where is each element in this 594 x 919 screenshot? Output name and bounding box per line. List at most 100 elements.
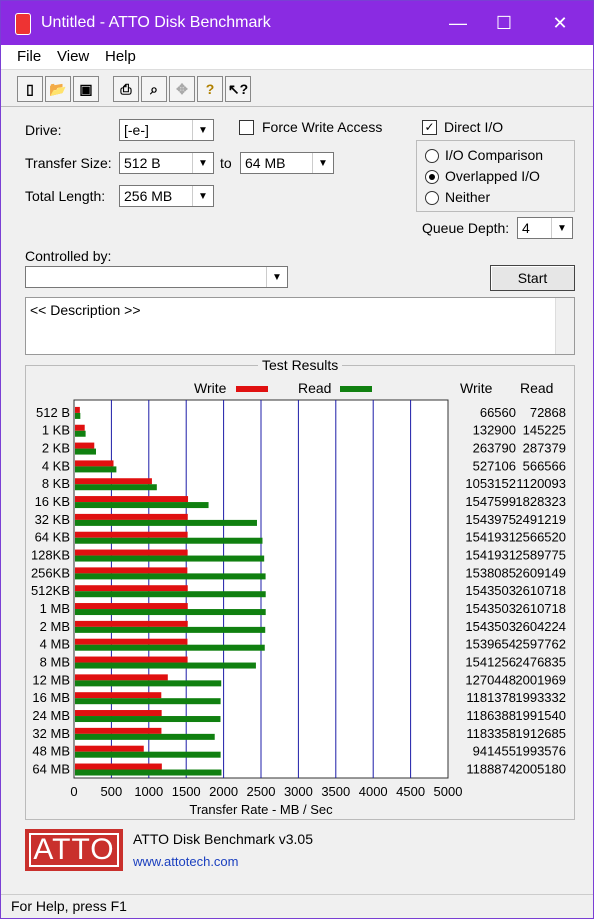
write-value: 132900 xyxy=(473,423,516,438)
transfer-rate-chart: 0 500 1000 1500 2000 2500 3000 3500 4000 4500 5000… xyxy=(31,399,566,817)
size-label: 48 MB xyxy=(32,744,70,759)
read-value: 1991540 xyxy=(515,708,566,723)
write-value: 263790 xyxy=(473,441,516,456)
x-tick-label: 2000 xyxy=(209,784,238,799)
x-tick-label: 3500 xyxy=(321,784,350,799)
overlapped-io-radio[interactable] xyxy=(425,170,439,184)
minimize-button[interactable]: — xyxy=(435,1,481,45)
write-value: 1539654 xyxy=(465,637,516,652)
write-bar xyxy=(75,442,95,449)
x-tick-label: 1000 xyxy=(134,784,163,799)
read-bar xyxy=(75,573,266,580)
x-tick-label: 2500 xyxy=(247,784,276,799)
x-axis-label: Transfer Rate - MB / Sec xyxy=(189,802,333,817)
write-bar xyxy=(75,424,85,431)
overlapped-io-label: Overlapped I/O xyxy=(445,168,540,184)
menu-file[interactable]: File xyxy=(17,48,41,65)
read-bar xyxy=(75,644,265,651)
total-length-value: 256 MB xyxy=(124,188,173,204)
drive-value: [-e-] xyxy=(124,122,149,138)
read-value: 1828323 xyxy=(515,494,566,509)
status-text: For Help, press F1 xyxy=(11,898,127,914)
read-bar xyxy=(75,716,221,723)
description-text: << Description >> xyxy=(30,302,141,318)
chevron-down-icon: ▼ xyxy=(192,186,213,206)
save-icon[interactable]: ▣ xyxy=(73,76,99,102)
description-scrollbar[interactable] xyxy=(555,298,574,354)
drive-label: Drive: xyxy=(25,122,62,138)
read-bar xyxy=(75,698,221,705)
size-label: 8 KB xyxy=(42,476,70,491)
neither-radio[interactable] xyxy=(425,191,439,205)
write-bar xyxy=(75,585,188,592)
menu-help[interactable]: Help xyxy=(105,48,136,65)
move-icon[interactable]: ✥ xyxy=(169,76,195,102)
app-window: Untitled - ATTO Disk Benchmark — ☐ ✕ Fil… xyxy=(0,0,594,919)
print-preview-icon[interactable]: ⌕ xyxy=(141,76,167,102)
write-bar xyxy=(75,531,188,538)
description-box[interactable]: << Description >> xyxy=(25,297,575,355)
open-folder-icon[interactable]: 📂 xyxy=(45,76,71,102)
new-file-icon[interactable]: ▯ xyxy=(17,76,43,102)
io-comparison-radio[interactable] xyxy=(425,149,439,163)
write-bar xyxy=(75,406,80,413)
print-icon[interactable]: ⎙ xyxy=(113,76,139,102)
start-button[interactable]: Start xyxy=(490,265,575,291)
menu-view[interactable]: View xyxy=(57,48,89,65)
queue-depth-select[interactable]: 4 ▼ xyxy=(517,217,573,239)
context-help-icon[interactable]: ↖? xyxy=(225,76,251,102)
read-value: 145225 xyxy=(523,423,566,438)
direct-io-checkbox[interactable]: ✓ xyxy=(422,120,437,135)
read-value: 287379 xyxy=(523,441,566,456)
read-bar xyxy=(75,680,222,687)
attotech-link[interactable]: www.attotech.com xyxy=(133,854,239,869)
force-write-label: Force Write Access xyxy=(262,119,383,135)
chevron-down-icon: ▼ xyxy=(551,218,572,238)
read-value: 2001969 xyxy=(515,672,566,687)
transfer-to-value: 64 MB xyxy=(245,155,286,171)
write-bar xyxy=(75,513,188,520)
size-label: 16 KB xyxy=(35,494,70,509)
to-label: to xyxy=(220,155,232,171)
write-value: 941455 xyxy=(473,744,516,759)
close-button[interactable]: ✕ xyxy=(537,1,583,45)
write-bar xyxy=(75,710,162,717)
version-text: ATTO Disk Benchmark v3.05 xyxy=(133,831,313,847)
size-label: 64 KB xyxy=(35,530,70,545)
drive-select[interactable]: [-e-] ▼ xyxy=(119,119,214,141)
write-bar xyxy=(75,692,162,699)
size-label: 128KB xyxy=(31,548,70,563)
write-bar xyxy=(75,549,188,556)
size-label: 24 MB xyxy=(32,708,70,723)
write-value: 1547599 xyxy=(465,494,516,509)
menu-bar: File View Help xyxy=(1,45,593,70)
write-value: 527106 xyxy=(473,458,516,473)
read-bar xyxy=(75,466,117,473)
read-value: 2566520 xyxy=(515,530,566,545)
transfer-from-value: 512 B xyxy=(124,155,161,171)
read-value: 2597762 xyxy=(515,637,566,652)
transfer-size-label: Transfer Size: xyxy=(25,155,112,171)
x-tick-label: 500 xyxy=(101,784,123,799)
help-icon[interactable]: ? xyxy=(197,76,223,102)
size-label: 4 KB xyxy=(42,458,70,473)
chevron-down-icon: ▼ xyxy=(312,153,333,173)
maximize-button[interactable]: ☐ xyxy=(481,1,527,45)
read-bar xyxy=(75,769,222,776)
transfer-from-select[interactable]: 512 B ▼ xyxy=(119,152,214,174)
controlled-by-select[interactable]: ▼ xyxy=(25,266,288,288)
read-bar xyxy=(75,591,266,598)
chevron-down-icon: ▼ xyxy=(192,153,213,173)
title-bar: Untitled - ATTO Disk Benchmark — ☐ ✕ xyxy=(1,1,593,45)
write-value: 1543503 xyxy=(465,619,516,634)
transfer-to-select[interactable]: 64 MB ▼ xyxy=(240,152,334,174)
app-icon xyxy=(15,13,31,35)
read-bar xyxy=(75,662,256,669)
write-bar xyxy=(75,478,152,485)
write-bar xyxy=(75,745,144,752)
write-value: 1541256 xyxy=(465,655,516,670)
total-length-select[interactable]: 256 MB ▼ xyxy=(119,185,214,207)
write-value: 1270448 xyxy=(465,672,516,687)
force-write-checkbox[interactable] xyxy=(239,120,254,135)
size-label: 16 MB xyxy=(32,690,70,705)
